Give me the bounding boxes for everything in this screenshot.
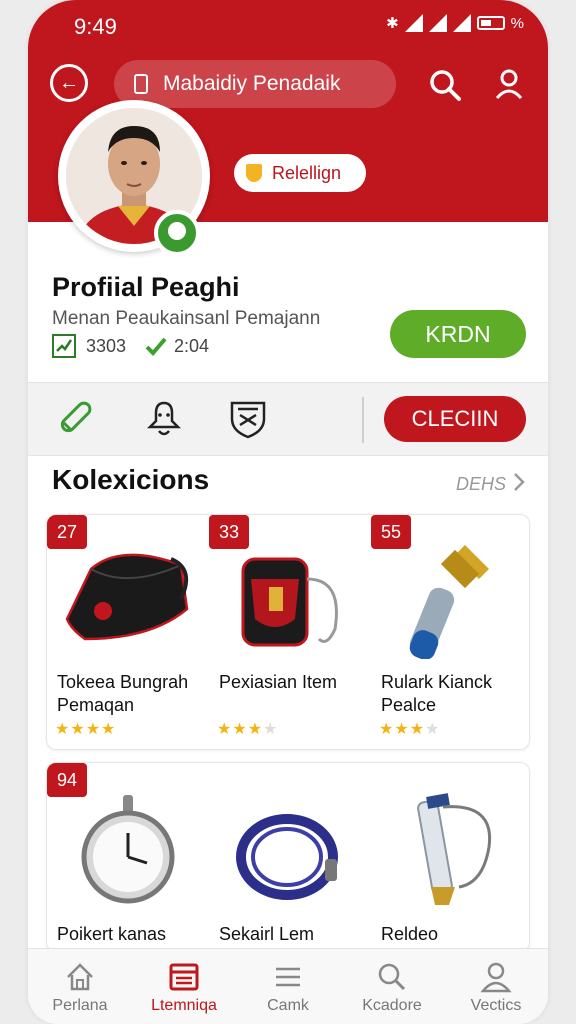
toolbar-divider: [362, 397, 364, 443]
primary-action-button[interactable]: KRDN: [390, 310, 526, 358]
home-icon: [67, 963, 93, 991]
user-icon: [480, 962, 512, 993]
collection-item[interactable]: 55 Rulark Kianck Pealce ★★★★: [371, 515, 529, 749]
profile-subtitle: Menan Peaukainsanl Pemajann: [52, 308, 321, 329]
star-rating: ★★★★: [217, 721, 279, 738]
collection-item[interactable]: 33 Pexiasian Item ★★★★: [209, 515, 370, 749]
black-bag-image: [65, 553, 189, 641]
item-name: Tokeea Bungrah Pemaqan: [57, 672, 189, 715]
bottom-navigation: Perlana Ltemniqa Camk Kcadore Vectics: [28, 948, 548, 1024]
collection-row-1: 27 Tokeea Bungrah Pemaqan ★★★★ 33 Pexias…: [46, 514, 530, 750]
signal-icon-2: [452, 14, 471, 32]
profile-name: Profiial Peaghi: [52, 272, 240, 302]
item-name: Rulark Kianck Pealce: [381, 672, 493, 715]
bell-icon[interactable]: [142, 397, 186, 441]
whistle-tube-image: [417, 793, 492, 905]
status-badge-label: Relellign: [272, 163, 342, 183]
collection-item[interactable]: Sekairl Lem: [209, 763, 370, 951]
item-name: Sekairl Lem: [219, 924, 315, 944]
nav-item-profile[interactable]: Vectics: [444, 949, 548, 1024]
see-all-link[interactable]: DEHS: [456, 474, 506, 495]
nav-label: Ltemniqa: [151, 997, 217, 1014]
nav-item-list[interactable]: Camk: [236, 949, 340, 1024]
nav-label: Camk: [267, 997, 309, 1014]
collection-row-2: 94 Poikert kanas Sekairl Lem Reldeo: [46, 762, 530, 952]
online-status-icon: [154, 210, 200, 256]
checkmark-icon: [145, 337, 167, 356]
cable-image: [236, 814, 338, 900]
search-icon[interactable]: [428, 68, 462, 102]
action-toolbar: CLECIIN: [28, 382, 548, 456]
item-name: Pexiasian Item: [219, 672, 338, 692]
app-screen: 9:49 ✱ % ← Mabaidiy Penadaik Relellign P…: [28, 0, 548, 1024]
nav-item-collection[interactable]: Ltemniqa: [132, 949, 236, 1024]
nav-item-search[interactable]: Kcadore: [340, 949, 444, 1024]
arrow-left-icon: ←: [59, 72, 79, 94]
star-rating: ★★★★: [55, 721, 117, 738]
chart-check-icon: [52, 334, 76, 358]
secondary-action-button[interactable]: CLECIIN: [384, 396, 526, 442]
stat-count: 3303: [86, 336, 127, 356]
phone-icon: [134, 74, 148, 94]
red-pouch-image: [241, 557, 338, 647]
collection-item[interactable]: 94 Poikert kanas: [47, 763, 208, 951]
nav-label: Kcadore: [362, 997, 422, 1014]
pencil-icon[interactable]: [52, 397, 96, 441]
wifi-icon: [404, 14, 423, 32]
status-bar: 9:49 ✱ %: [28, 10, 548, 40]
nav-item-home[interactable]: Perlana: [28, 949, 132, 1024]
top-app-bar: ← Mabaidiy Penadaik: [28, 58, 548, 108]
stat-time: 2:04: [174, 336, 210, 356]
shield-icon: [246, 164, 262, 182]
nav-label: Perlana: [52, 997, 108, 1014]
title-pill[interactable]: Mabaidiy Penadaik: [114, 60, 396, 108]
page-title: Mabaidiy Penadaik: [163, 72, 341, 95]
team-crest-icon[interactable]: [226, 397, 270, 441]
profile-icon[interactable]: [494, 68, 524, 100]
chevron-right-icon[interactable]: [512, 472, 526, 492]
pocket-watch-image: [81, 795, 175, 904]
back-button[interactable]: ←: [50, 64, 88, 102]
star-rating: ★★★★: [379, 721, 441, 738]
bluetooth-icon: ✱: [386, 15, 399, 32]
section-title: Kolexicions: [52, 464, 210, 495]
status-time: 9:49: [74, 14, 117, 39]
nav-label: Vectics: [470, 997, 522, 1014]
search-icon: [378, 963, 406, 991]
battery-percent: %: [510, 14, 524, 32]
torch-image: [409, 545, 489, 659]
collection-icon: [169, 963, 199, 991]
signal-icon: [428, 14, 447, 32]
collection-item[interactable]: 27 Tokeea Bungrah Pemaqan ★★★★: [47, 515, 208, 749]
status-badge[interactable]: Relellign: [234, 154, 366, 192]
item-name: Reldeo: [381, 924, 439, 944]
collection-item[interactable]: Reldeo: [371, 763, 529, 951]
profile-stats: 3303 2:04: [52, 334, 392, 360]
battery-icon: [476, 16, 505, 30]
list-icon: [276, 967, 300, 987]
item-name: Poikert kanas: [57, 924, 167, 944]
